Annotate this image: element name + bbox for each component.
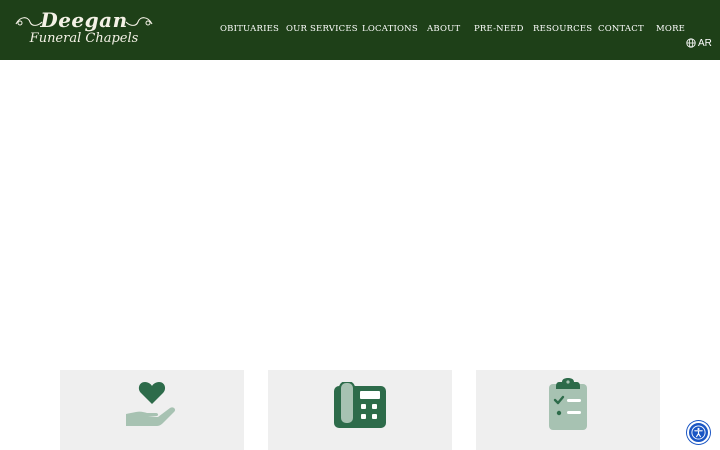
service-card-2[interactable]	[268, 370, 452, 450]
language-label: AR	[698, 37, 712, 49]
nav-item-contact[interactable]: CONTACT	[598, 24, 644, 34]
site-header: Deegan Funeral Chapels OBITUARIES OUR SE…	[0, 0, 720, 60]
main-nav: OBITUARIES OUR SERVICES LOCATIONS ABOUT …	[0, 24, 720, 38]
nav-item-our-services[interactable]: OUR SERVICES	[286, 24, 358, 34]
clipboard-checklist-icon	[549, 378, 587, 430]
nav-item-obituaries[interactable]: OBITUARIES	[220, 24, 279, 34]
nav-item-resources[interactable]: RESOURCES	[533, 24, 592, 34]
service-card-1[interactable]	[60, 370, 244, 450]
nav-item-locations[interactable]: LOCATIONS	[362, 24, 418, 34]
heart-hand-icon	[126, 382, 176, 426]
nav-item-pre-need[interactable]: PRE-NEED	[474, 24, 524, 34]
nav-item-more[interactable]: MORE	[656, 24, 685, 34]
nav-item-about[interactable]: ABOUT	[427, 24, 460, 34]
accessibility-icon	[691, 425, 706, 440]
service-card-3[interactable]	[476, 370, 660, 450]
phone-icon	[334, 382, 386, 428]
accessibility-button[interactable]	[687, 421, 710, 444]
globe-icon	[686, 38, 696, 48]
language-switcher[interactable]: AR	[686, 37, 712, 49]
